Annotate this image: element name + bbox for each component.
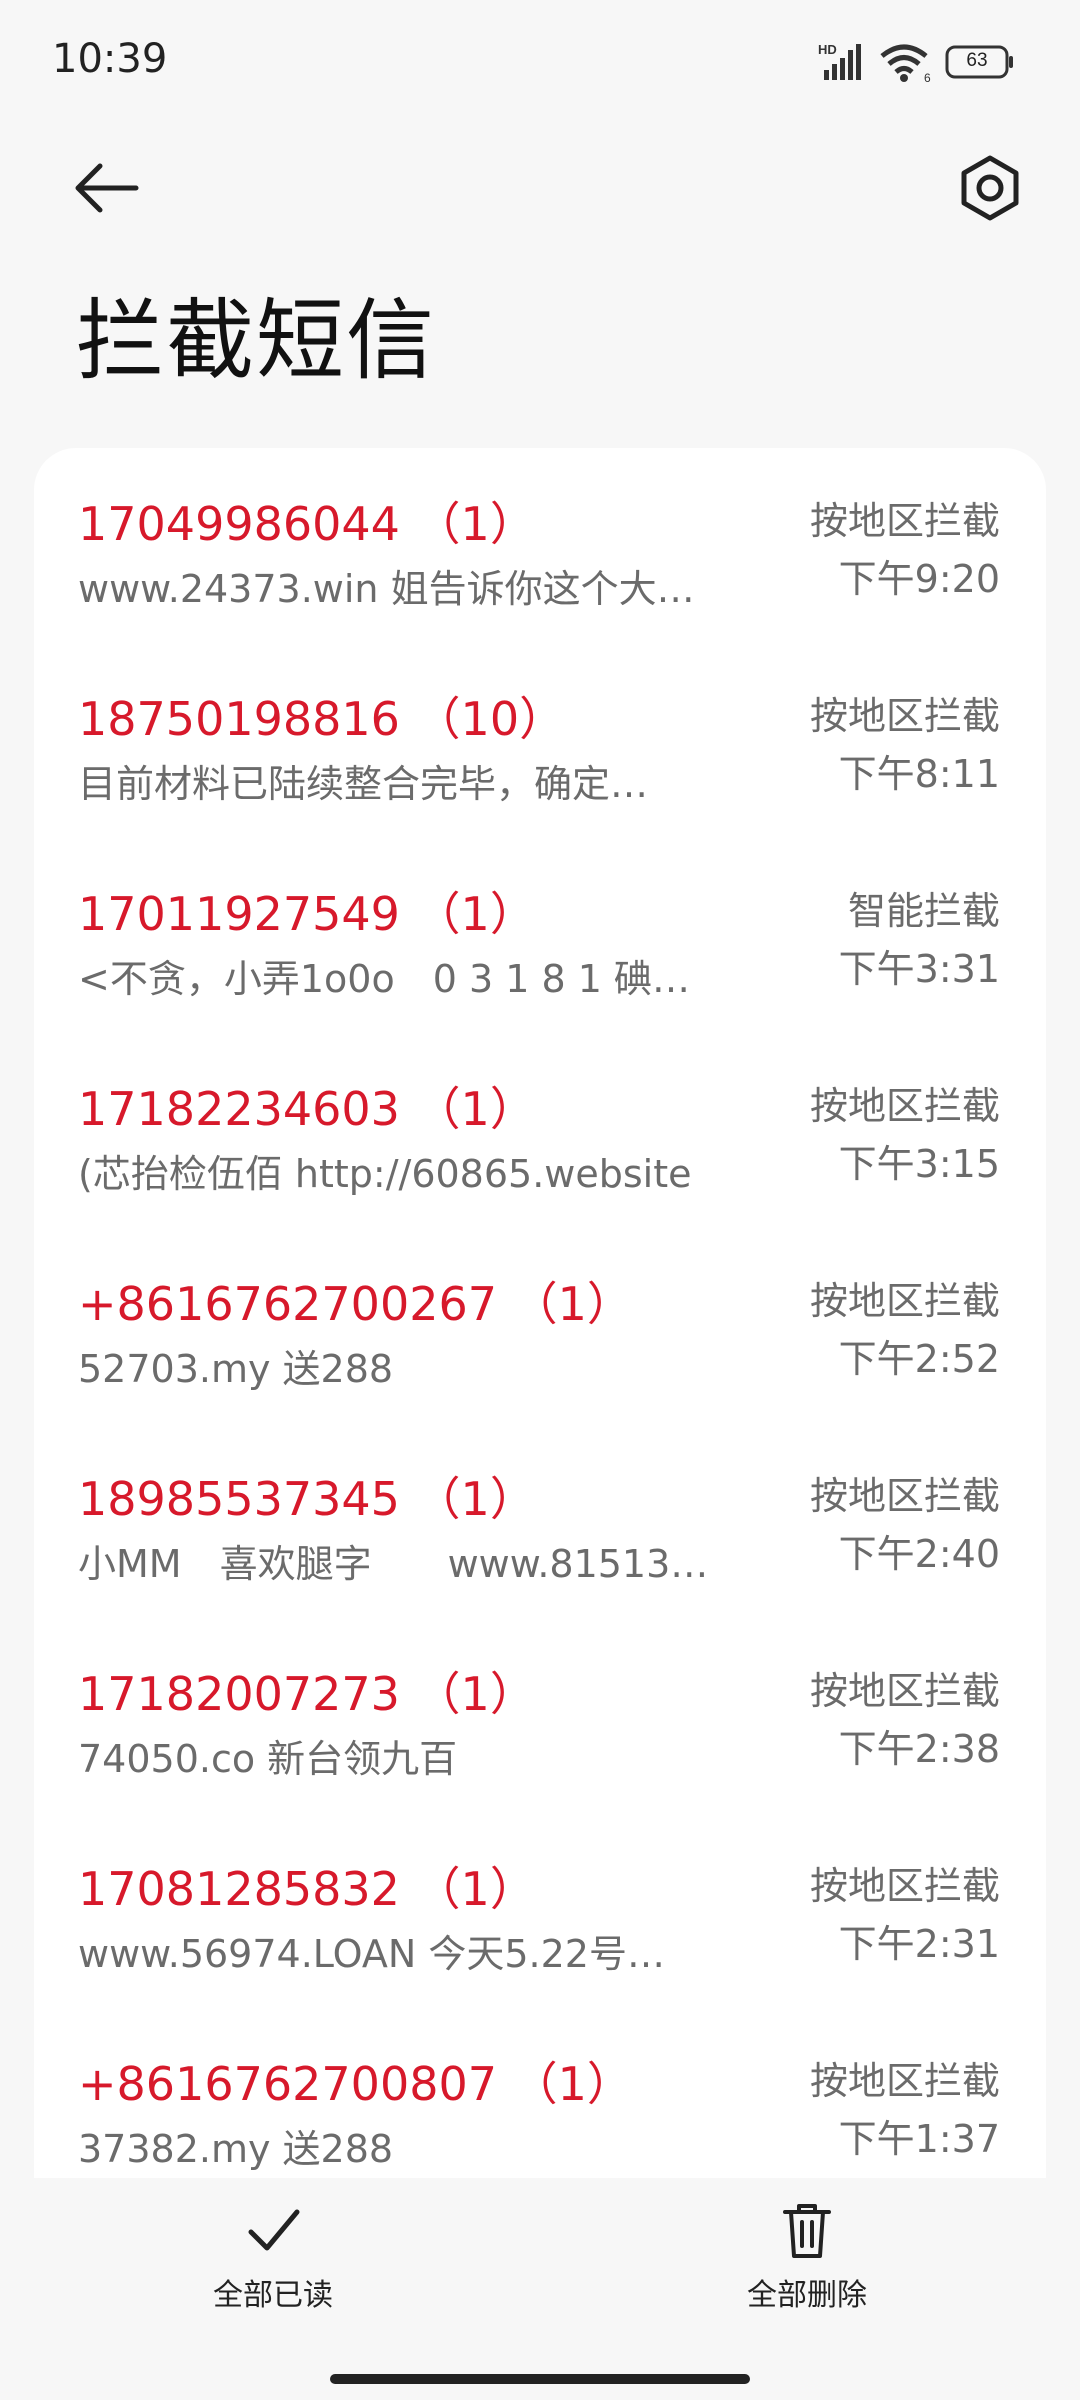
svg-text:HD: HD [818,42,837,57]
delete-all-button[interactable]: 全部删除 [697,2198,917,2328]
message-preview: www.56974.LOAN 今天5.22号… [78,1932,665,1976]
sender-number: 17049986044 （1） [78,497,536,551]
message-time: 下午2:38 [838,1727,1000,1771]
block-type: 智能拦截 [847,889,1000,933]
mark-all-read-button[interactable]: 全部已读 [163,2198,383,2328]
list-item[interactable]: 17081285832 （1） www.56974.LOAN 今天5.22号… … [34,1813,1046,2008]
sender-number: 17081285832 （1） [78,1862,536,1916]
list-item[interactable]: 17182234603 （1） (芯抬检伍佰 http://60865.webs… [34,1033,1046,1228]
bottom-action-bar: 全部已读 全部删除 [0,2178,1080,2400]
message-preview: www.24373.win 姐告诉你这个大… [78,567,695,611]
sender-number: 17182007273 （1） [78,1667,536,1721]
status-time: 10:39 [52,36,168,82]
sender-number: +8616762700267 （1） [78,1277,633,1331]
message-preview: (芯抬检伍佰 http://60865.website [78,1152,692,1196]
settings-button[interactable] [950,148,1030,228]
message-preview: 小MM 喜欢腿字 www.81513… [78,1542,709,1586]
list-item[interactable]: 18985537345 （1） 小MM 喜欢腿字 www.81513… 按地区拦… [34,1423,1046,1618]
hd-signal-icon: HD [818,42,861,80]
sender-number: 17182234603 （1） [78,1082,536,1136]
sender-number: 18985537345 （1） [78,1472,536,1526]
home-indicator[interactable] [330,2374,750,2384]
message-time: 下午3:15 [838,1142,1000,1186]
block-type: 按地区拦截 [809,499,1000,543]
list-item[interactable]: 17011927549 （1） <不贪，小弄1o0o 0 3 1 8 1 碘… … [34,838,1046,1033]
checkmark-icon [248,2209,300,2251]
message-time: 下午2:31 [838,1922,1000,1966]
list-item[interactable]: 17182007273 （1） 74050.co 新台领九百 按地区拦截 下午2… [34,1618,1046,1813]
message-preview: 37382.my 送288 [78,2127,394,2171]
list-item[interactable]: 17049986044 （1） www.24373.win 姐告诉你这个大… 按… [34,448,1046,643]
mark-all-read-label: 全部已读 [213,2278,333,2313]
message-time: 下午2:40 [838,1532,1000,1576]
battery-level: 63 [966,50,988,71]
back-arrow-icon [75,163,139,213]
block-type: 按地区拦截 [809,1669,1000,1713]
sender-number: 18750198816 （10） [78,692,566,746]
status-bar: 10:39 HD 6 63 [0,0,1080,120]
block-type: 按地区拦截 [809,1474,1000,1518]
settings-hex-icon [961,155,1019,221]
message-preview: 74050.co 新台领九百 [78,1737,458,1781]
blocked-messages-list: 17049986044 （1） www.24373.win 姐告诉你这个大… 按… [34,448,1046,2178]
message-time: 下午8:11 [838,752,1000,796]
block-type: 按地区拦截 [809,2059,1000,2103]
svg-text:6: 6 [924,71,931,84]
block-type: 按地区拦截 [809,1084,1000,1128]
message-preview: 52703.my 送288 [78,1347,394,1391]
sender-number: 17011927549 （1） [78,887,536,941]
block-type: 按地区拦截 [809,694,1000,738]
block-type: 按地区拦截 [809,1864,1000,1908]
message-time: 下午3:31 [838,947,1000,991]
message-time: 下午9:20 [838,557,1000,601]
delete-all-label: 全部删除 [747,2278,867,2313]
back-button[interactable] [70,148,150,228]
wifi-icon: 6 [880,44,931,84]
message-time: 下午2:52 [838,1337,1000,1381]
list-item[interactable]: 18750198816 （10） 目前材料已陆续整合完毕，确定… 按地区拦截 下… [34,643,1046,838]
list-item[interactable]: +8616762700807 （1） 37382.my 送288 按地区拦截 下… [34,2008,1046,2178]
sender-number: +8616762700807 （1） [78,2057,633,2111]
message-preview: <不贪，小弄1o0o 0 3 1 8 1 碘… [78,957,690,1001]
status-icons: HD 6 63 [818,40,1018,84]
top-bar [0,120,1080,240]
message-time: 下午1:37 [838,2117,1000,2161]
trash-icon [783,2204,831,2258]
list-item[interactable]: +8616762700267 （1） 52703.my 送288 按地区拦截 下… [34,1228,1046,1423]
block-type: 按地区拦截 [809,1279,1000,1323]
message-preview: 目前材料已陆续整合完毕，确定… [78,762,649,806]
page-title: 拦截短信 [76,289,437,392]
